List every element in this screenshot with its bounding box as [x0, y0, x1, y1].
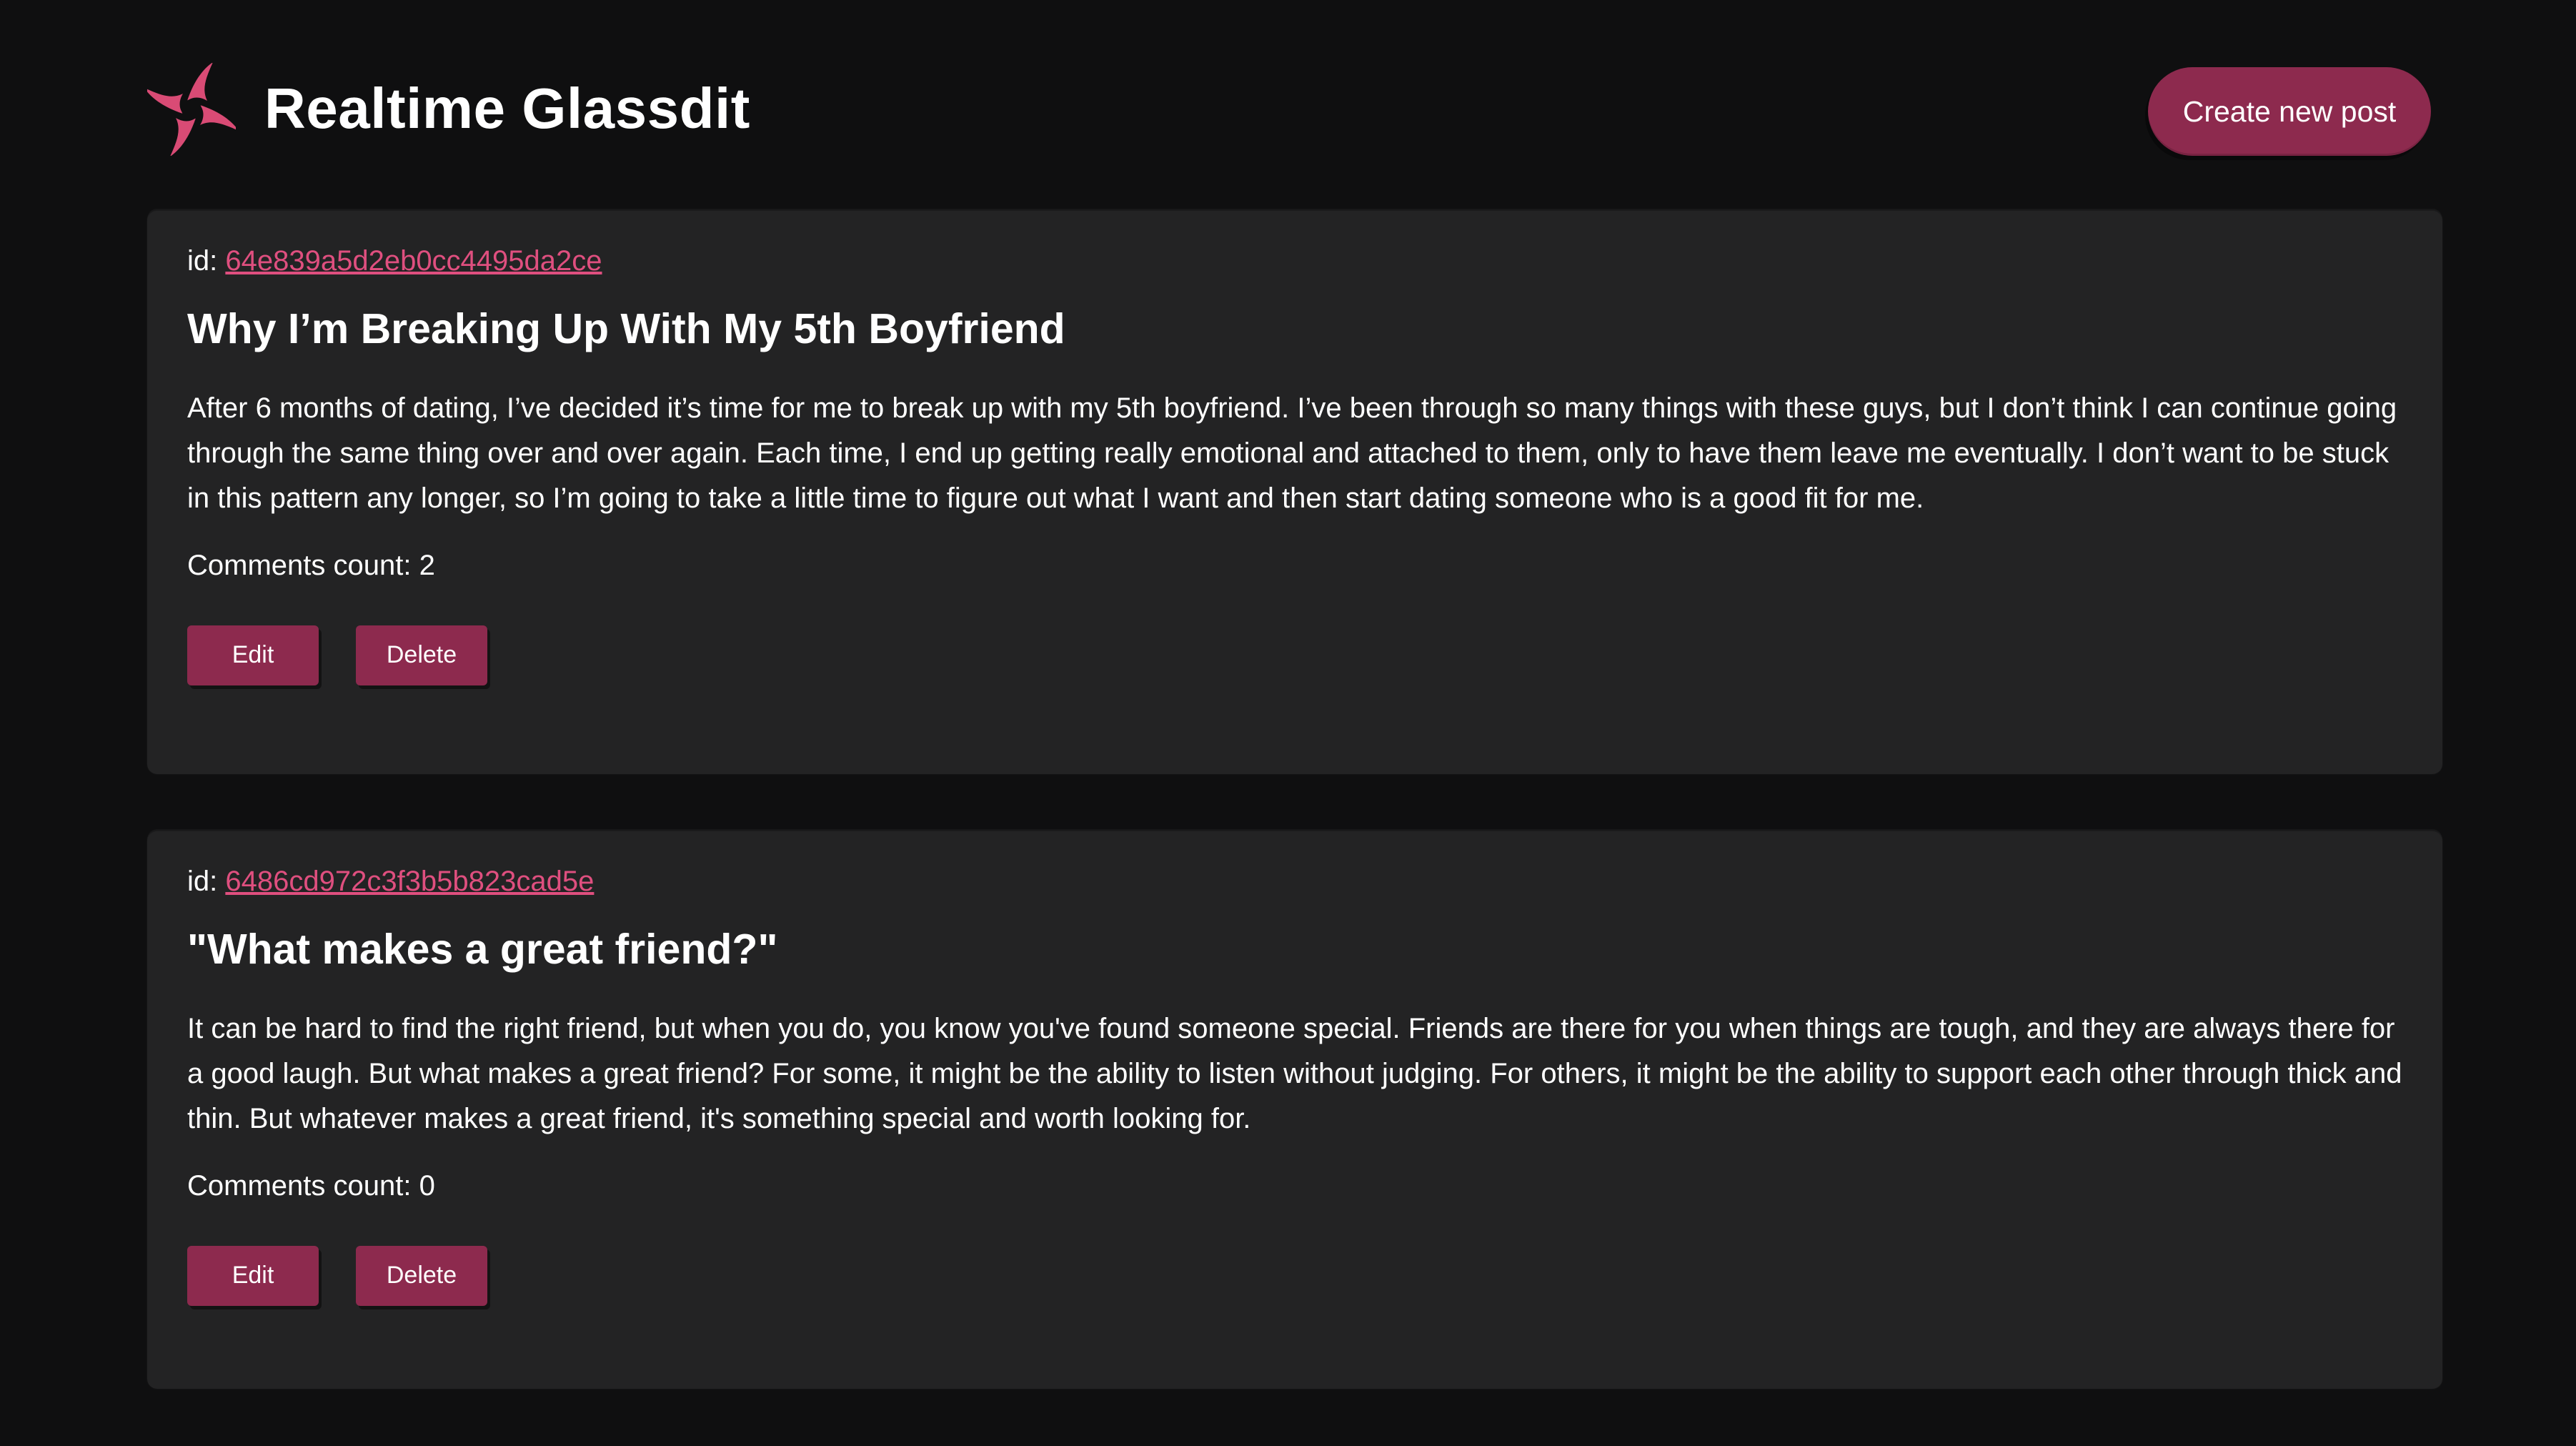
post-id-label: id: — [187, 245, 226, 277]
app-header: Realtime Glassdit Create new post — [144, 62, 2434, 164]
post-id-link[interactable]: 64e839a5d2eb0cc4495da2ce — [225, 245, 602, 277]
post-comments-count: Comments count: 2 — [187, 549, 435, 581]
swirl-logo-icon — [144, 62, 239, 157]
app-title: Realtime Glassdit — [264, 76, 750, 140]
post-id-line: id: 64e839a5d2eb0cc4495da2ce — [187, 244, 2402, 278]
edit-button[interactable]: Edit — [187, 1245, 319, 1306]
post-card: id: 64e839a5d2eb0cc4495da2ce Why I’m Bre… — [147, 211, 2442, 774]
post-id-label: id: — [187, 866, 226, 897]
post-list: id: 64e839a5d2eb0cc4495da2ce Why I’m Bre… — [147, 211, 2442, 1446]
post-body: It can be hard to find the right friend,… — [187, 1012, 2402, 1134]
post-id-link[interactable]: 6486cd972c3f3b5b823cad5e — [225, 866, 594, 897]
delete-button[interactable]: Delete — [356, 625, 487, 685]
post-actions: Edit Delete — [187, 625, 2402, 685]
create-new-post-button[interactable]: Create new post — [2148, 67, 2431, 156]
post-body: After 6 months of dating, I’ve decided i… — [187, 392, 2397, 514]
delete-button[interactable]: Delete — [356, 1245, 487, 1306]
post-title: "What makes a great friend?" — [187, 926, 778, 973]
edit-button[interactable]: Edit — [187, 625, 319, 685]
post-comments-count: Comments count: 0 — [187, 1169, 435, 1202]
post-id-line: id: 6486cd972c3f3b5b823cad5e — [187, 864, 2402, 898]
post-title: Why I’m Breaking Up With My 5th Boyfrien… — [187, 305, 1065, 352]
post-card: id: 6486cd972c3f3b5b823cad5e "What makes… — [147, 831, 2442, 1389]
post-actions: Edit Delete — [187, 1245, 2402, 1306]
